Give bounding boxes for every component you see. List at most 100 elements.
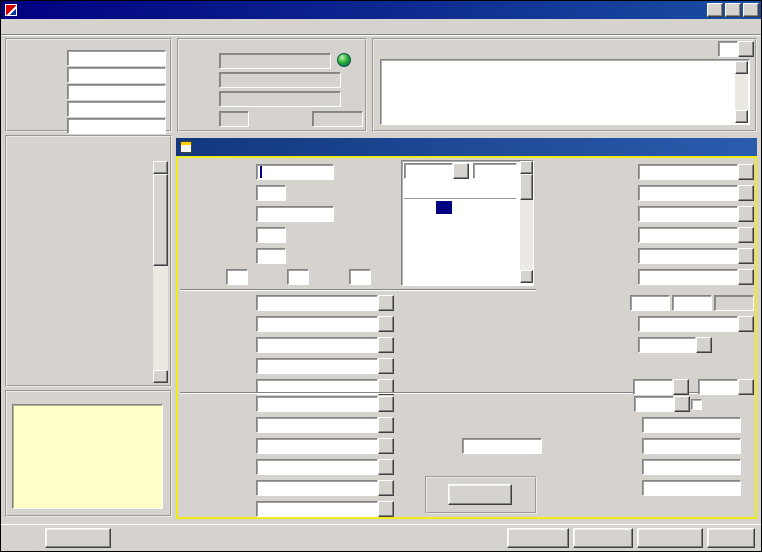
- group-field[interactable]: [256, 480, 378, 496]
- sell-message-scrollbar[interactable]: [735, 61, 748, 123]
- chain-dropdown-button[interactable]: [378, 295, 394, 311]
- calendar-day[interactable]: [404, 253, 420, 266]
- scroll-down-icon[interactable]: [735, 110, 748, 123]
- features-field[interactable]: [256, 316, 378, 332]
- email-input[interactable]: [67, 118, 166, 134]
- calendar-day[interactable]: [436, 214, 452, 227]
- calendar-day[interactable]: [484, 240, 500, 253]
- scrollbar-thumb[interactable]: [520, 174, 533, 200]
- calendar-day[interactable]: [484, 253, 500, 266]
- guest-name-field[interactable]: [219, 53, 331, 69]
- corp-no-field[interactable]: [642, 459, 741, 475]
- company-field[interactable]: [256, 417, 378, 433]
- children-0-6-field[interactable]: [226, 269, 248, 285]
- rooms-field[interactable]: [256, 227, 286, 243]
- minimize-button[interactable]: [707, 3, 723, 17]
- rate-class-dropdown-button[interactable]: [738, 316, 754, 332]
- rate-currency-field[interactable]: [714, 295, 754, 311]
- block-code-field[interactable]: [638, 227, 738, 243]
- scroll-up-icon[interactable]: [153, 161, 168, 174]
- calendar-day[interactable]: [452, 201, 468, 214]
- rate-to-field[interactable]: [672, 295, 712, 311]
- scroll-up-icon[interactable]: [520, 161, 533, 174]
- language-dropdown-button[interactable]: [738, 41, 754, 57]
- adults-field[interactable]: [256, 248, 286, 264]
- contact-field[interactable]: [256, 501, 378, 517]
- calendar-month-dropdown-button[interactable]: [453, 163, 469, 179]
- points-avail-field[interactable]: [312, 111, 363, 127]
- calendar-day[interactable]: [452, 253, 468, 266]
- scroll-down-icon[interactable]: [520, 270, 533, 283]
- calendar-day[interactable]: [452, 240, 468, 253]
- travel-agent-field[interactable]: [256, 438, 378, 454]
- group-dropdown-button[interactable]: [378, 480, 394, 496]
- city-field[interactable]: [638, 185, 738, 201]
- calendar-day[interactable]: [500, 253, 516, 266]
- attraction-dropdown-button[interactable]: [378, 358, 394, 374]
- caller-phone-input[interactable]: [67, 84, 166, 100]
- first-name-input[interactable]: [67, 67, 166, 83]
- nights-field[interactable]: [256, 185, 286, 201]
- calendar-day[interactable]: [500, 201, 516, 214]
- features-dropdown-button[interactable]: [378, 316, 394, 332]
- scroll-down-icon[interactable]: [153, 370, 168, 383]
- pkg-elements-dropdown-button[interactable]: [378, 337, 394, 353]
- calendar-day[interactable]: [404, 240, 420, 253]
- calendar-day[interactable]: [500, 214, 516, 227]
- iata-no-field[interactable]: [642, 480, 741, 496]
- maximize-button[interactable]: [725, 3, 741, 17]
- member-type-dropdown-button[interactable]: [674, 396, 690, 412]
- language-field[interactable]: [718, 41, 738, 57]
- profile-name-dropdown-button[interactable]: [378, 396, 394, 412]
- region-field[interactable]: [638, 206, 738, 222]
- travel-agent-dropdown-button[interactable]: [378, 438, 394, 454]
- calendar-day[interactable]: [420, 214, 436, 227]
- pkg-elements-field[interactable]: [256, 337, 378, 353]
- calendar-day[interactable]: [468, 201, 484, 214]
- source-field[interactable]: [256, 459, 378, 475]
- member-type-field[interactable]: [634, 396, 674, 412]
- define-srch-button[interactable]: [507, 528, 569, 548]
- region-dropdown-button[interactable]: [738, 206, 754, 222]
- calendar-day[interactable]: [484, 227, 500, 240]
- rate-code-field[interactable]: [638, 269, 738, 285]
- calendar-day[interactable]: [468, 214, 484, 227]
- calendar-day[interactable]: [404, 214, 420, 227]
- source-dropdown-button[interactable]: [378, 459, 394, 475]
- calendar-day[interactable]: [468, 240, 484, 253]
- availability-button[interactable]: [637, 528, 703, 548]
- profile-name-field[interactable]: [256, 396, 378, 412]
- departure-field[interactable]: [256, 206, 334, 222]
- ta-rec-loc-field[interactable]: [462, 438, 542, 454]
- last-name-input[interactable]: [67, 50, 166, 66]
- contact-dropdown-button[interactable]: [378, 501, 394, 517]
- children-7-10-field[interactable]: [287, 269, 309, 285]
- calendar-day[interactable]: [404, 227, 420, 240]
- calendar-day[interactable]: [500, 227, 516, 240]
- city-dropdown-button[interactable]: [738, 185, 754, 201]
- block-name-dropdown-button[interactable]: [738, 248, 754, 264]
- calendar-day[interactable]: [484, 214, 500, 227]
- end-call-button[interactable]: [707, 528, 755, 548]
- client-id-field[interactable]: [642, 438, 741, 454]
- properties-button[interactable]: [573, 528, 633, 548]
- calendar-day[interactable]: [436, 253, 452, 266]
- company-dropdown-button[interactable]: [378, 417, 394, 433]
- rm-type-dropdown-button[interactable]: [738, 379, 754, 395]
- calendar-day[interactable]: [468, 253, 484, 266]
- guest-phone-field[interactable]: [219, 91, 341, 107]
- chain-field[interactable]: [256, 295, 378, 311]
- rate-code-dropdown-button[interactable]: [738, 269, 754, 285]
- globe-icon[interactable]: [337, 53, 351, 67]
- fax-input[interactable]: [67, 101, 166, 117]
- rm-class-field[interactable]: [633, 379, 673, 395]
- scrollbar-thumb[interactable]: [153, 174, 168, 266]
- close-button[interactable]: [743, 3, 759, 17]
- redeem-award-checkbox[interactable]: [691, 399, 702, 410]
- calendar-day[interactable]: [420, 227, 436, 240]
- calendar-year-field[interactable]: [473, 163, 517, 179]
- rm-class-dropdown-button[interactable]: [673, 379, 689, 395]
- calendar-day[interactable]: [452, 227, 468, 240]
- rm-type-field[interactable]: [698, 379, 738, 395]
- guest-city-field[interactable]: [219, 72, 341, 88]
